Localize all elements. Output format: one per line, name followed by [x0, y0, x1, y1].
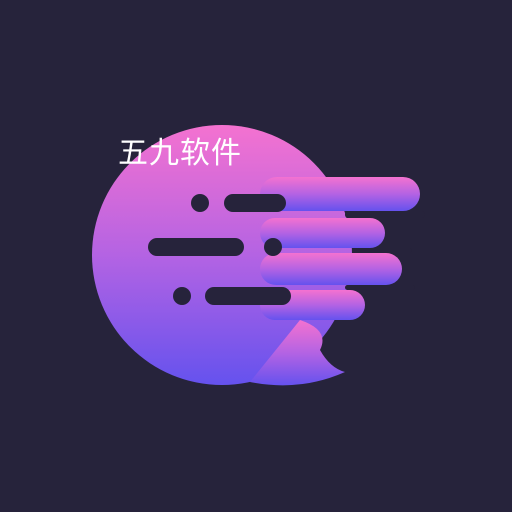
line1-bar [224, 194, 286, 212]
line3-bar [205, 287, 291, 305]
line2-bar [148, 238, 244, 256]
streak-gap-3 [345, 285, 415, 290]
watermark-text: 五九软件 [118, 136, 242, 171]
streak-gap-1 [345, 211, 425, 218]
line3-dot [173, 287, 191, 305]
speed-streak-third [260, 253, 402, 285]
line2-dot [264, 238, 282, 256]
app-icon-canvas: 五九软件 [0, 0, 512, 512]
streak-gap-2 [352, 248, 412, 253]
chat-bubble-logo-icon [92, 125, 425, 386]
line1-dot [191, 194, 209, 212]
